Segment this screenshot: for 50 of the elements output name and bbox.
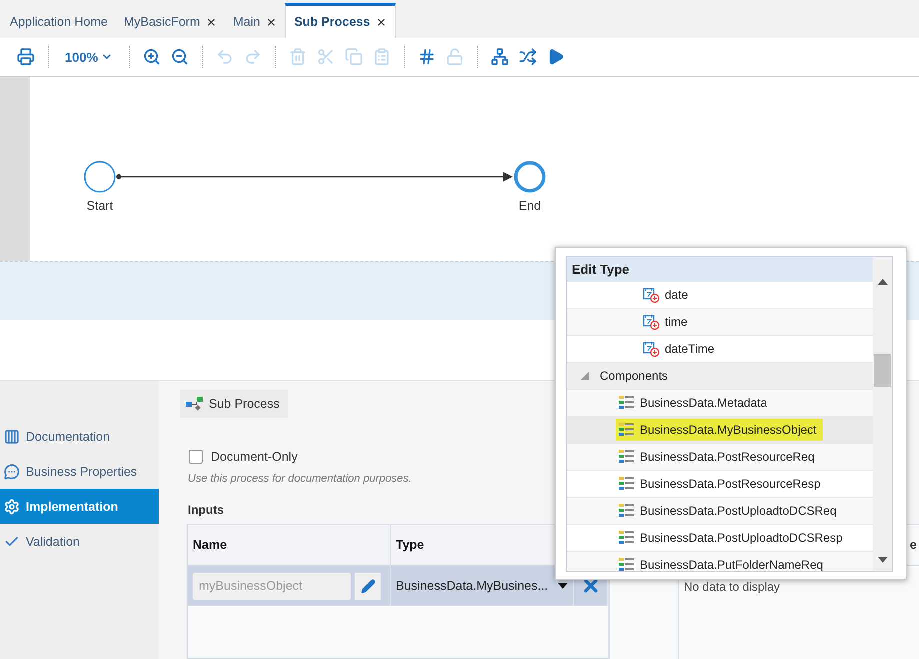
type-option[interactable]: BusinessData.Metadata: [567, 390, 873, 417]
edit-button[interactable]: [355, 572, 381, 600]
type-option[interactable]: BusinessData.MyBusinessObject: [567, 417, 873, 444]
close-icon[interactable]: [266, 16, 278, 28]
calendar-icon: [643, 314, 660, 330]
business-object-icon: [619, 558, 635, 571]
start-label: Start: [86, 199, 114, 213]
subprocess-icon: [186, 397, 204, 411]
zoom-dropdown[interactable]: 100%: [57, 50, 122, 64]
columns-icon: [4, 428, 20, 444]
sidebar-item[interactable]: Documentation: [0, 419, 159, 454]
business-object-icon: [619, 504, 635, 518]
checkbox-label: Document-Only: [211, 450, 298, 464]
tab[interactable]: Application Home: [2, 3, 116, 38]
tab[interactable]: Sub Process: [285, 3, 396, 38]
business-object-icon: [619, 396, 635, 410]
sidebar-item[interactable]: Validation: [0, 524, 159, 559]
tab[interactable]: MyBasicForm: [116, 3, 226, 38]
caret-icon: [558, 583, 568, 589]
end-event: [514, 161, 546, 193]
calendar-icon: [643, 287, 660, 303]
checkbox[interactable]: [189, 450, 203, 464]
business-object-icon: [619, 477, 635, 491]
scrollbar[interactable]: [873, 257, 892, 571]
business-object-icon: [619, 450, 635, 464]
business-object-icon: [619, 531, 635, 545]
type-option[interactable]: time: [567, 309, 873, 336]
calendar-icon: [643, 341, 660, 357]
sidebar-item[interactable]: Business Properties: [0, 454, 159, 489]
hint-text: Use this process for documentation purposes.: [188, 473, 412, 485]
tree-group[interactable]: Components: [567, 363, 873, 390]
close-icon[interactable]: [206, 16, 218, 28]
business-object-icon: [619, 423, 635, 437]
speech-bubble-icon: [4, 464, 20, 480]
column-header: e: [910, 538, 917, 552]
end-label: End: [518, 199, 542, 213]
type-option[interactable]: BusinessData.PostResourceReq: [567, 444, 873, 471]
settings-icon: [4, 498, 20, 514]
type-option[interactable]: BusinessData.PostUploadtoDCSReq: [567, 498, 873, 525]
section-title: Inputs: [188, 503, 224, 517]
pencil-icon: [360, 578, 376, 594]
sidebar-item[interactable]: Implementation: [0, 489, 159, 524]
start-event: [84, 161, 116, 193]
column-header: Name: [188, 525, 391, 565]
tab[interactable]: Main: [225, 3, 286, 38]
chip-label: Sub Process: [209, 397, 280, 411]
type-dropdown[interactable]: BusinessData.MyBusines...: [396, 579, 568, 593]
close-icon[interactable]: [376, 16, 388, 28]
popup-title: Edit Type: [567, 257, 873, 282]
empty-message: No data to display: [684, 580, 780, 594]
